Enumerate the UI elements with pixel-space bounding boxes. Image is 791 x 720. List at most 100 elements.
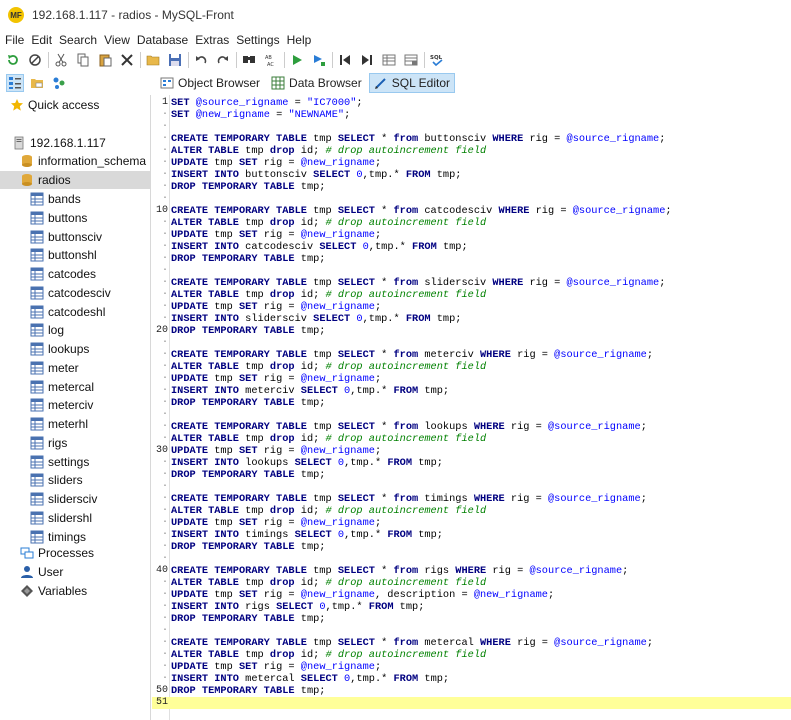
last-icon[interactable] <box>358 51 376 69</box>
code-token: rig = <box>504 493 548 505</box>
code-token: tmp; <box>294 181 326 193</box>
table-item-sliders[interactable]: sliders <box>30 471 83 489</box>
table-item-catcodeshl[interactable]: catcodeshl <box>30 303 105 321</box>
table-item-catcodes[interactable]: catcodes <box>30 265 96 283</box>
host-item[interactable]: 192.168.1.117 <box>12 134 106 152</box>
run-selection-icon[interactable] <box>310 51 328 69</box>
menu-database[interactable]: Database <box>137 33 188 47</box>
table-item-meterciv[interactable]: meterciv <box>30 396 93 414</box>
open-icon[interactable] <box>144 51 162 69</box>
code-token: SELECT <box>337 421 375 433</box>
menu-extras[interactable]: Extras <box>195 33 229 47</box>
code-line: · INSERT INTO slidersciv SELECT 0,tmp.* F… <box>152 313 791 325</box>
table-item-bands[interactable]: bands <box>30 190 81 208</box>
code-token: from <box>393 565 419 577</box>
delete-icon[interactable] <box>118 51 136 69</box>
code-token: ,tmp.* <box>344 457 388 469</box>
code-text: DROP TEMPORARY TABLE tmp; <box>171 541 326 553</box>
find-icon[interactable] <box>240 51 258 69</box>
code-token: * <box>374 421 394 433</box>
line-number: · <box>161 409 168 420</box>
code-token: drop <box>269 649 295 661</box>
menu-view[interactable]: View <box>104 33 130 47</box>
code-token: SET <box>238 589 258 601</box>
replace-icon[interactable]: AB AC <box>262 51 280 69</box>
tab-object-browser[interactable]: Object Browser <box>156 73 264 93</box>
line-number: · <box>161 181 168 192</box>
code-text: CREATE TEMPORARY TABLE tmp SELECT * from… <box>171 493 647 505</box>
grid-edit-icon[interactable] <box>402 51 420 69</box>
code-token: ; <box>646 637 654 649</box>
run-icon[interactable] <box>288 51 306 69</box>
code-token: SELECT <box>294 529 332 541</box>
code-text: UPDATE tmp SET rig = @new_rigname; <box>171 157 381 169</box>
code-text: INSERT INTO rigs SELECT 0,tmp.* FROM tmp… <box>171 601 424 613</box>
tab-sql-editor[interactable]: SQL Editor <box>368 73 455 93</box>
tree-view-icon[interactable] <box>6 74 24 92</box>
tab-data-browser[interactable]: Data Browser <box>267 73 366 93</box>
code-token: WHERE <box>492 277 524 289</box>
paste-icon[interactable] <box>96 51 114 69</box>
menu-edit[interactable]: Edit <box>31 33 52 47</box>
menu-settings[interactable]: Settings <box>236 33 279 47</box>
diagram-view-icon[interactable] <box>50 74 68 92</box>
grid-icon[interactable] <box>380 51 398 69</box>
extra-item-processes[interactable]: Processes <box>20 544 94 562</box>
table-label: meterciv <box>48 398 94 413</box>
database-item-information_schema[interactable]: information_schema <box>20 152 146 170</box>
first-icon[interactable] <box>336 51 354 69</box>
quick-access-item[interactable]: Quick access <box>10 96 99 114</box>
code-token: rigs <box>418 565 456 577</box>
code-token: tmp <box>208 229 239 241</box>
menu-help[interactable]: Help <box>287 33 312 47</box>
code-token: slidersciv <box>238 313 314 325</box>
menu-search[interactable]: Search <box>59 33 97 47</box>
stop-icon[interactable] <box>26 51 44 69</box>
sql-editor[interactable]: 1 SET @source_rigname = "IC7000"; · SET @ne… <box>152 95 791 720</box>
redo-icon[interactable] <box>214 51 232 69</box>
code-token: ; <box>374 517 382 529</box>
extra-item-user[interactable]: User <box>20 563 63 581</box>
table-item-meter[interactable]: meter <box>30 359 79 377</box>
view-tabs: Object Browser Data Browser SQL Editor <box>156 73 458 93</box>
database-item-radios[interactable]: radios <box>0 171 150 189</box>
code-token: DROP TEMPORARY TABLE <box>171 397 295 409</box>
table-item-lookups[interactable]: lookups <box>30 340 89 358</box>
table-item-timings[interactable]: timings <box>30 528 86 546</box>
code-text: UPDATE tmp SET rig = @new_rigname; <box>171 301 381 313</box>
code-token: ,tmp.* <box>350 385 394 397</box>
folder-view-icon[interactable] <box>28 74 46 92</box>
line-number: · <box>161 277 168 288</box>
table-icon <box>30 417 44 431</box>
code-token: * <box>374 565 394 577</box>
table-item-buttonsciv[interactable]: buttonsciv <box>30 228 102 246</box>
line-number: · <box>161 241 168 252</box>
menu-file[interactable]: File <box>5 33 24 47</box>
table-item-metercal[interactable]: metercal <box>30 378 94 396</box>
code-text: ALTER TABLE tmp drop id; # drop autoincr… <box>171 433 486 445</box>
sql-format-icon[interactable]: SQL <box>428 51 446 69</box>
table-label: timings <box>48 529 87 544</box>
table-icon <box>30 492 44 506</box>
refresh-icon[interactable] <box>4 51 22 69</box>
table-item-log[interactable]: log <box>30 321 64 339</box>
code-token: from <box>393 421 419 433</box>
undo-icon[interactable] <box>192 51 210 69</box>
table-label: catcodesciv <box>48 285 111 300</box>
table-item-rigs[interactable]: rigs <box>30 434 67 452</box>
table-item-catcodesciv[interactable]: catcodesciv <box>30 284 111 302</box>
code-token: tmp <box>238 289 270 301</box>
table-item-buttonshl[interactable]: buttonshl <box>30 246 97 264</box>
cut-icon[interactable] <box>52 51 70 69</box>
code-token: tmp; <box>430 169 462 181</box>
table-item-slidershl[interactable]: slidershl <box>30 509 92 527</box>
code-token: WHERE <box>473 421 505 433</box>
table-item-buttons[interactable]: buttons <box>30 209 87 227</box>
table-item-meterhl[interactable]: meterhl <box>30 415 88 433</box>
copy-icon[interactable] <box>74 51 92 69</box>
table-item-slidersciv[interactable]: slidersciv <box>30 490 97 508</box>
code-token: # drop autoincrement field <box>325 649 487 661</box>
save-icon[interactable] <box>166 51 184 69</box>
extra-item-variables[interactable]: Variables <box>20 582 87 600</box>
table-item-settings[interactable]: settings <box>30 453 89 471</box>
